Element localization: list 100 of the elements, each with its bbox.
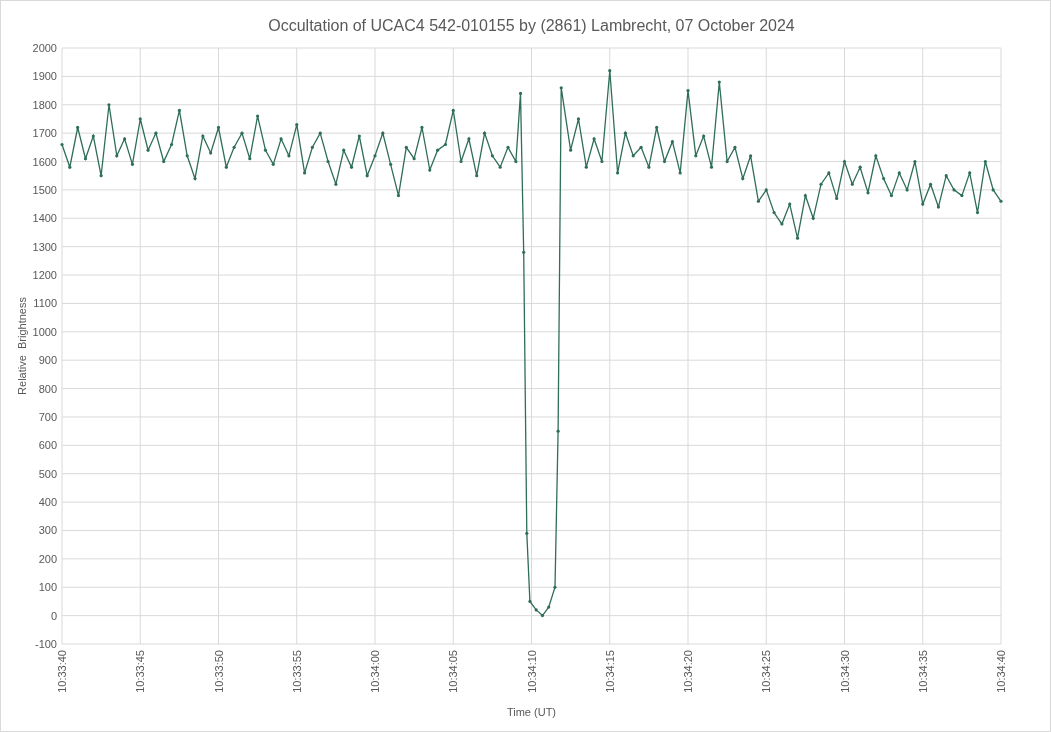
axis-tick-label: 10:34:20 (682, 650, 694, 693)
y-axis-label: Relative Brightness (16, 297, 28, 395)
axis-tick-label: 1100 (33, 297, 57, 310)
data-point (772, 211, 776, 215)
data-point (326, 159, 330, 164)
axis-tick-label: 10:34:15 (603, 650, 616, 693)
data-point (185, 154, 189, 158)
data-point (162, 159, 166, 164)
data-point (107, 103, 111, 107)
data-point (287, 154, 291, 158)
axis-tick-label: 10:33:45 (134, 650, 147, 693)
axis-tick-label: 700 (38, 410, 57, 423)
data-point (623, 131, 627, 135)
data-point (647, 165, 651, 169)
axis-tick-label: 1300 (32, 240, 57, 253)
data-point (216, 125, 221, 130)
axis-tick-label: 2000 (32, 42, 57, 54)
data-point (991, 188, 995, 192)
data-point (694, 154, 698, 158)
axis-tick-label: 10:34:25 (760, 650, 773, 693)
data-point (279, 137, 283, 141)
data-point (248, 157, 252, 161)
data-point (968, 171, 972, 175)
data-point (342, 148, 346, 152)
data-point (897, 171, 901, 175)
axis-tick-label: 1500 (32, 183, 57, 196)
data-point (827, 171, 831, 175)
data-point (741, 176, 745, 181)
axis-tick-label: 1000 (32, 325, 57, 338)
data-point (373, 154, 377, 158)
data-point (357, 134, 361, 138)
data-point (138, 117, 142, 121)
data-point (381, 131, 385, 135)
data-point (349, 165, 354, 169)
data-point (263, 148, 268, 152)
x-axis-label: Time (UT) (506, 706, 557, 718)
axis-tick-label: 10:34:30 (838, 650, 851, 693)
axis-tick-label: 0 (50, 609, 57, 622)
axis-tick-label: 10:34:35 (916, 650, 929, 693)
data-point (889, 194, 894, 198)
data-point (842, 159, 847, 164)
data-point (68, 165, 72, 169)
data-point (686, 88, 690, 93)
axis-tick-label: 10:34:00 (369, 650, 381, 693)
data-point (913, 159, 917, 164)
data-point (295, 123, 299, 127)
axis-tick-label: 10:34:10 (525, 650, 538, 693)
axis-tick-label: 10:34:40 (995, 650, 1007, 693)
data-point (569, 148, 573, 152)
data-point (559, 86, 563, 90)
data-point (177, 108, 181, 113)
data-point (467, 137, 471, 141)
data-point (201, 134, 205, 138)
data-point (334, 182, 338, 186)
axis-tick-label: 100 (38, 581, 57, 594)
data-point (584, 165, 588, 169)
data-point (146, 148, 150, 152)
data-point (749, 154, 753, 158)
data-point (193, 176, 197, 181)
data-point (811, 216, 815, 220)
data-point (528, 599, 532, 604)
data-point (365, 174, 369, 178)
data-point (670, 140, 674, 144)
data-point (936, 205, 940, 209)
data-point (451, 108, 455, 113)
data-point (608, 69, 612, 73)
data-point (534, 608, 538, 612)
data-point (874, 154, 878, 158)
data-point (60, 142, 64, 147)
data-point (310, 145, 314, 149)
axis-tick-label: 1800 (32, 98, 57, 111)
axis-tick-label: 10:33:40 (56, 650, 68, 693)
data-point (396, 194, 401, 198)
data-point (819, 182, 823, 186)
data-point (130, 162, 135, 166)
data-point (639, 145, 643, 149)
data-point (428, 168, 432, 172)
axis-tick-label: -100 (34, 638, 57, 650)
data-point (553, 585, 557, 589)
axis-tick-label: 1700 (32, 127, 57, 140)
data-point (795, 236, 800, 240)
data-point (404, 145, 408, 149)
data-point (224, 165, 228, 169)
data-point (858, 165, 862, 169)
axis-tick-label: 600 (38, 439, 57, 452)
data-point (506, 145, 510, 149)
data-point (983, 159, 987, 164)
data-point (717, 80, 721, 84)
data-point (835, 196, 839, 200)
data-point (756, 199, 761, 203)
axis-tick-label: 200 (38, 552, 57, 565)
data-point (240, 131, 244, 135)
data-point (600, 159, 604, 164)
data-point (459, 159, 463, 164)
data-point (803, 194, 807, 198)
data-point (412, 157, 416, 161)
data-point (702, 134, 706, 138)
data-point (678, 171, 682, 175)
data-point (498, 165, 502, 169)
data-point (91, 134, 95, 138)
